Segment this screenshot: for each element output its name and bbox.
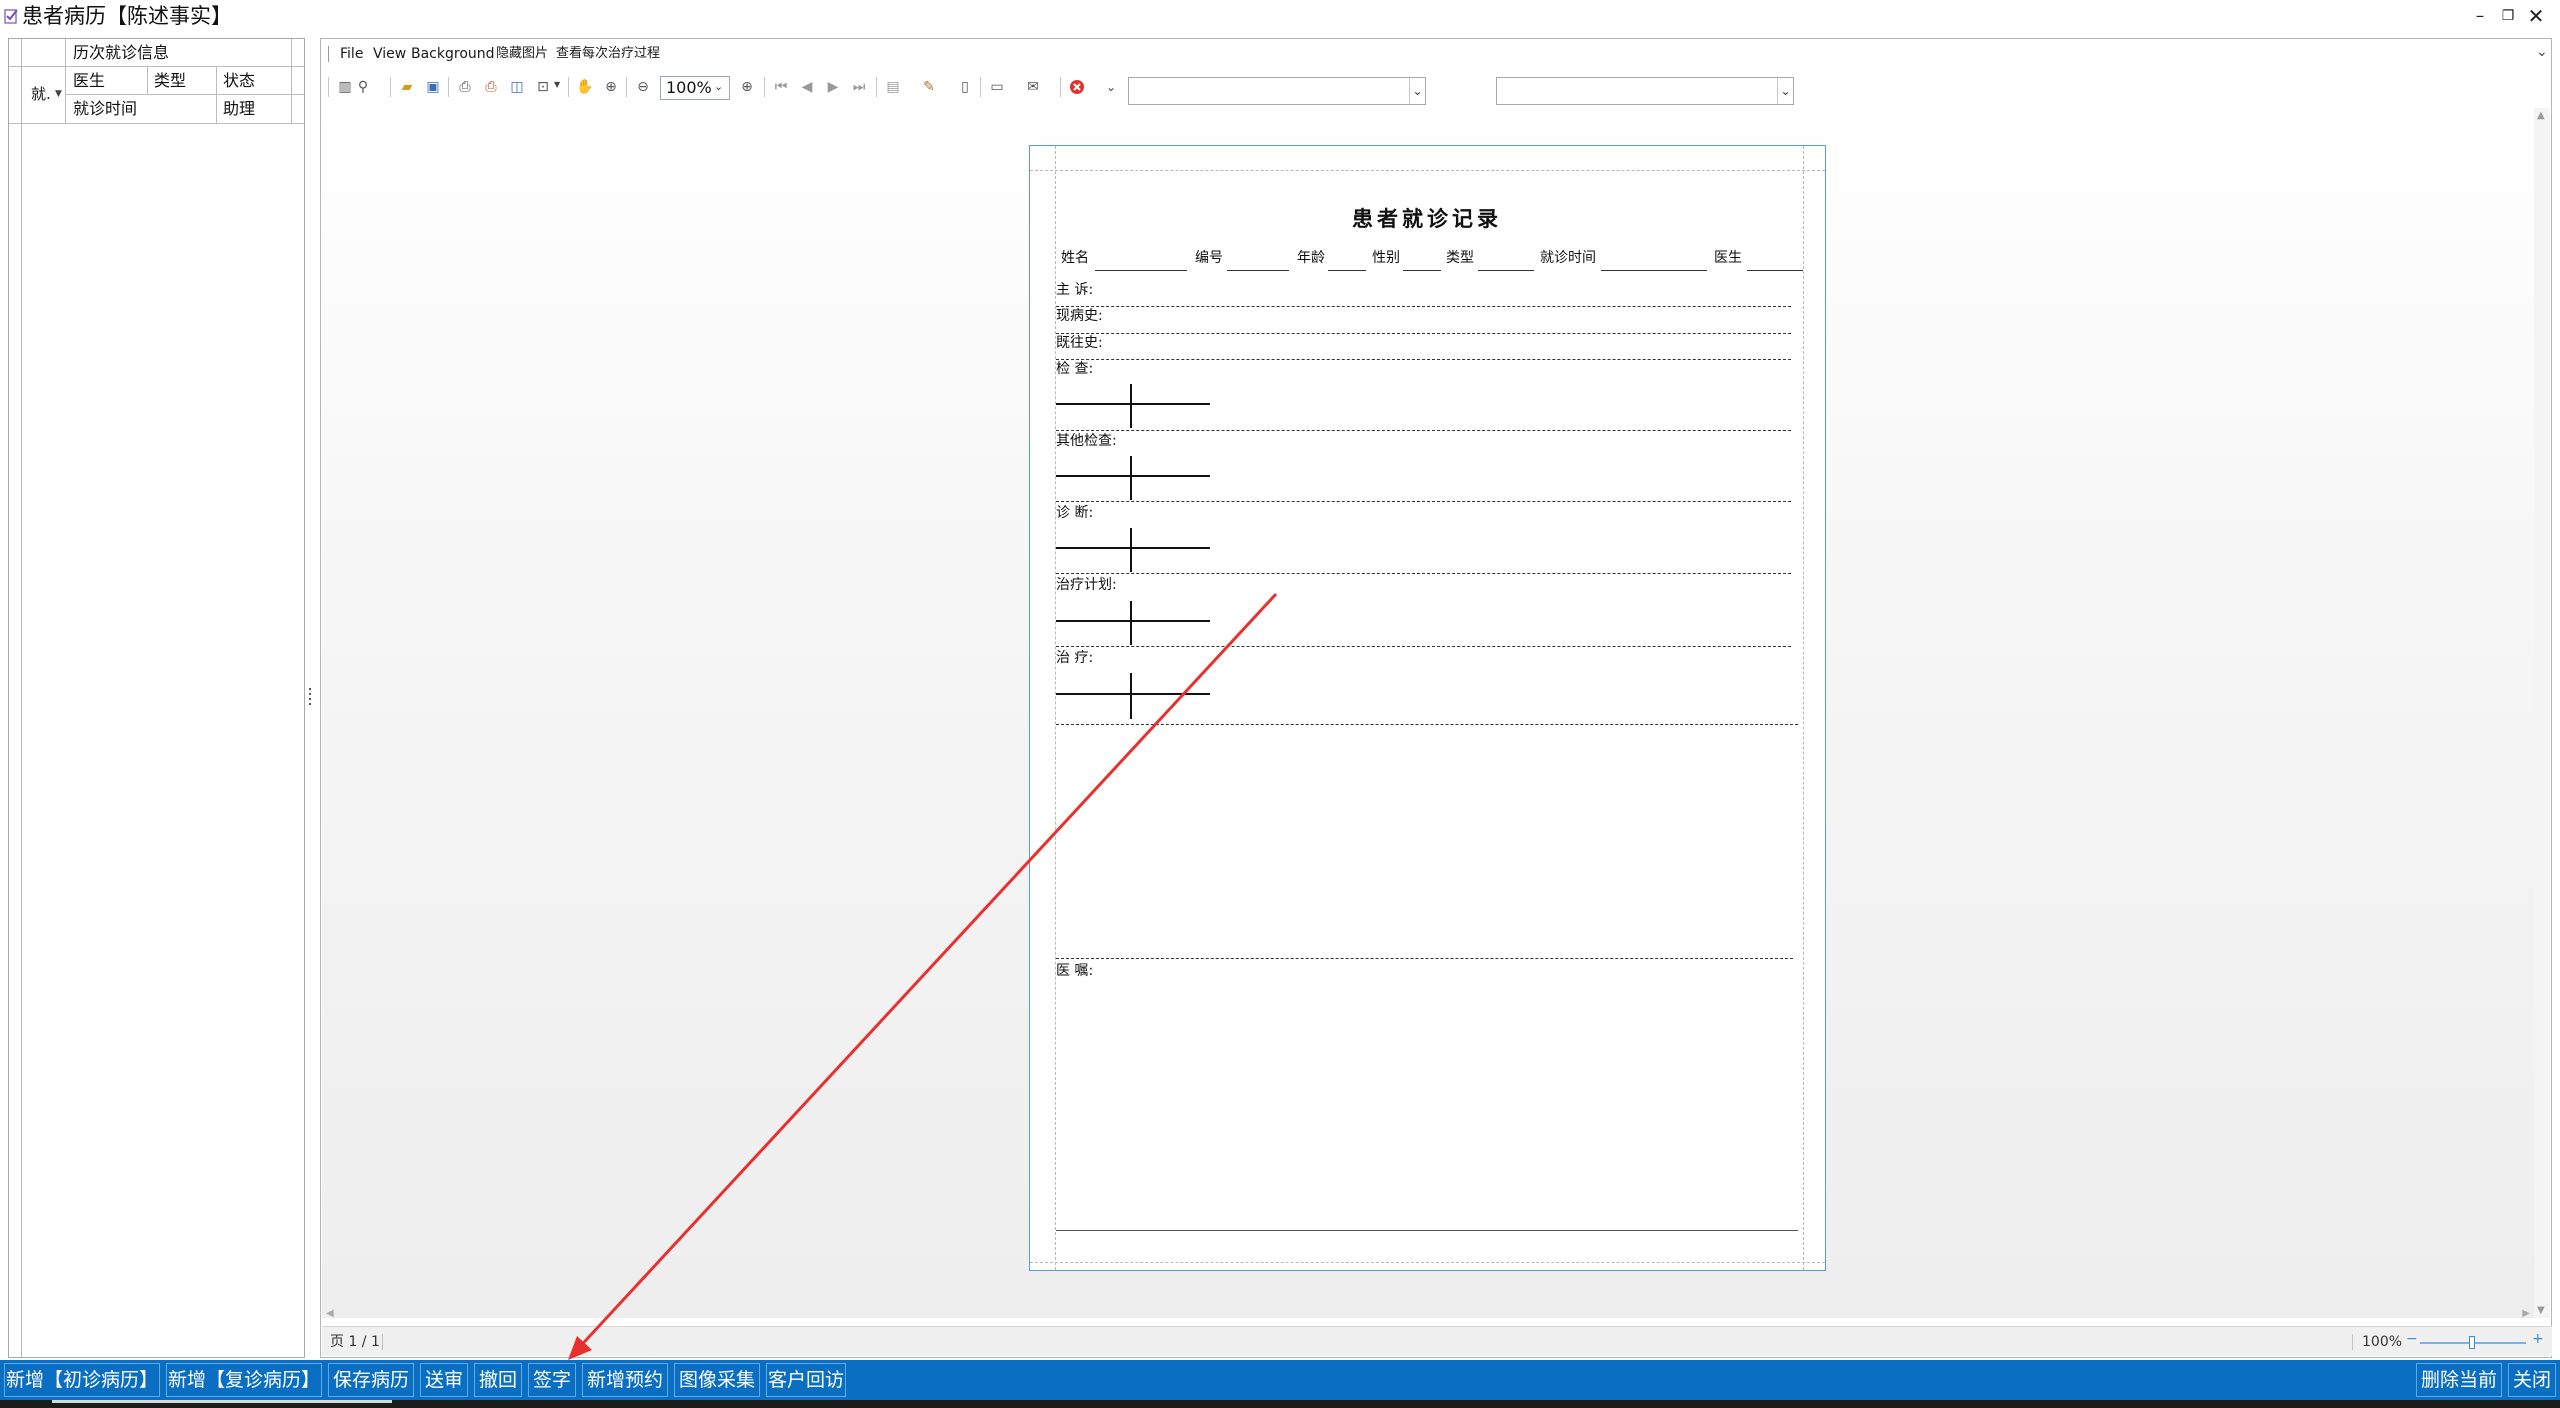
image-capture-button[interactable]: 图像采集 xyxy=(674,1363,760,1397)
collapse-chevron-icon[interactable]: ⌄ xyxy=(2536,44,2548,60)
history-panel[interactable]: 历次就诊信息 就. ▼ 医生 类型 状态 就诊时间 助理 xyxy=(8,38,305,1358)
document-page: 患者就诊记录 姓名 编号 年龄 性别 类型 就诊时间 医生 主 诉: 现病史: … xyxy=(1029,145,1826,1271)
page-indicator: 页 1 / 1 xyxy=(330,1334,380,1350)
page-setup-icon[interactable]: ◫ xyxy=(506,76,528,98)
submit-review-button[interactable]: 送审 xyxy=(420,1363,468,1397)
color-icon[interactable]: ✎ xyxy=(918,76,940,98)
magnifier-icon[interactable]: ⊕ xyxy=(600,76,622,98)
menu-view[interactable]: View xyxy=(373,42,406,66)
window-title: 患者病历【陈述事实】 xyxy=(22,4,232,28)
col-doctor[interactable]: 医生 xyxy=(73,68,105,94)
vertical-scrollbar[interactable]: ▲ ▼ xyxy=(2534,108,2550,1318)
action-bar: 新增【初诊病历】 新增【复诊病历】 保存病历 送审 撤回 签字 新增预约 图像采… xyxy=(0,1360,2560,1400)
zoom-plus-icon[interactable]: + xyxy=(2532,1331,2544,1347)
hand-tool-icon[interactable]: ✋ xyxy=(574,76,596,98)
prev-page-icon[interactable]: ◀ xyxy=(796,76,818,98)
record-dropdown-icon[interactable]: ⌄ xyxy=(1777,78,1793,104)
new-appointment-button[interactable]: 新增预约 xyxy=(582,1363,668,1397)
last-page-icon[interactable]: ⏭ xyxy=(848,76,870,98)
customer-followup-button[interactable]: 客户回访 xyxy=(766,1363,846,1397)
zoom-in-icon[interactable]: ⊕ xyxy=(736,76,758,98)
delete-current-button[interactable]: 删除当前 xyxy=(2416,1363,2502,1397)
col-status[interactable]: 状态 xyxy=(223,68,255,94)
template-combobox[interactable]: ⌄ xyxy=(1128,77,1426,105)
section-examination: 检 查: xyxy=(1056,361,1094,377)
document-title: 患者就诊记录 xyxy=(1352,207,1502,231)
field-age-label: 年龄 xyxy=(1297,250,1325,266)
field-gender-label: 性别 xyxy=(1372,250,1400,266)
zoom-dropdown-icon[interactable]: ⌄ xyxy=(714,80,723,93)
col-type[interactable]: 类型 xyxy=(154,68,186,94)
section-medical-advice: 医 嘱: xyxy=(1056,963,1094,979)
splitter-grip[interactable] xyxy=(308,688,312,710)
close-preview-icon[interactable] xyxy=(1066,76,1088,98)
section-treatment: 治 疗: xyxy=(1056,650,1094,666)
section-treatment-plan: 治疗计划: xyxy=(1056,577,1117,593)
find-icon[interactable]: ⚲ xyxy=(352,76,374,98)
zoom-level: 100% xyxy=(2362,1334,2403,1350)
multi-page-icon[interactable]: ▤ xyxy=(882,76,904,98)
section-diagnosis: 诊 断: xyxy=(1056,505,1094,521)
zoom-out-icon[interactable]: ⊖ xyxy=(632,76,654,98)
field-doctor-label: 医生 xyxy=(1714,250,1742,266)
new-initial-record-button[interactable]: 新增【初诊病历】 xyxy=(4,1363,160,1397)
zoom-value: 100% xyxy=(666,78,712,97)
app-icon xyxy=(4,8,20,24)
col-assistant[interactable]: 助理 xyxy=(223,96,255,122)
field-name-label: 姓名 xyxy=(1061,250,1089,266)
taskbar-strip xyxy=(0,1400,2560,1408)
menu-view-treatment[interactable]: 查看每次治疗过程 xyxy=(556,42,660,66)
quick-print-icon[interactable]: ⎙ xyxy=(480,76,502,98)
status-bar: 页 1 / 1 100% − + xyxy=(322,1326,2552,1356)
scale-icon[interactable]: ⊡ xyxy=(532,76,554,98)
close-dropdown-icon[interactable]: ⌄ xyxy=(1106,80,1116,94)
template-dropdown-icon[interactable]: ⌄ xyxy=(1409,78,1425,104)
menu-hide-images[interactable]: 隐藏图片 xyxy=(496,42,548,66)
save-record-button[interactable]: 保存病历 xyxy=(328,1363,414,1397)
scale-dropdown-icon[interactable]: ▼ xyxy=(554,80,560,89)
print-icon[interactable]: ⎙ xyxy=(454,76,476,98)
sign-button[interactable]: 签字 xyxy=(528,1363,576,1397)
col-visit-time[interactable]: 就诊时间 xyxy=(73,96,137,122)
close-icon[interactable]: ✕ xyxy=(2520,2,2552,30)
section-other-exam: 其他检查: xyxy=(1056,433,1117,449)
send-icon[interactable]: ✉ xyxy=(1022,76,1044,98)
title-bar: 患者病历【陈述事实】 – ❐ ✕ xyxy=(0,0,2560,32)
save-icon[interactable]: ▣ xyxy=(422,76,444,98)
next-page-icon[interactable]: ▶ xyxy=(822,76,844,98)
menu-file[interactable]: File xyxy=(340,42,363,66)
revoke-button[interactable]: 撤回 xyxy=(474,1363,522,1397)
record-combobox[interactable]: ⌄ xyxy=(1496,77,1794,105)
zoom-minus-icon[interactable]: − xyxy=(2406,1331,2418,1347)
export-icon[interactable]: ▭ xyxy=(986,76,1008,98)
field-number-label: 编号 xyxy=(1195,250,1223,266)
group-label[interactable]: 就. xyxy=(31,81,51,107)
horizontal-scrollbar[interactable]: ◀ ▶ xyxy=(322,1308,2534,1322)
section-present-illness: 现病史: xyxy=(1056,308,1103,324)
open-icon[interactable]: ▰ xyxy=(396,76,418,98)
section-past-history: 既往史: xyxy=(1056,335,1103,351)
field-type-label: 类型 xyxy=(1446,250,1474,266)
section-chief-complaint: 主 诉: xyxy=(1056,282,1094,298)
new-followup-record-button[interactable]: 新增【复诊病历】 xyxy=(166,1363,322,1397)
zoom-slider-thumb[interactable] xyxy=(2469,1336,2475,1349)
first-page-icon[interactable]: ⏮ xyxy=(770,76,792,98)
sort-dropdown-icon[interactable]: ▼ xyxy=(55,89,62,99)
watermark-icon[interactable]: ▯ xyxy=(954,76,976,98)
menu-background[interactable]: Background xyxy=(411,42,495,66)
history-header: 历次就诊信息 xyxy=(73,43,170,62)
field-visit-time-label: 就诊时间 xyxy=(1540,250,1596,266)
close-button[interactable]: 关闭 xyxy=(2508,1363,2556,1397)
